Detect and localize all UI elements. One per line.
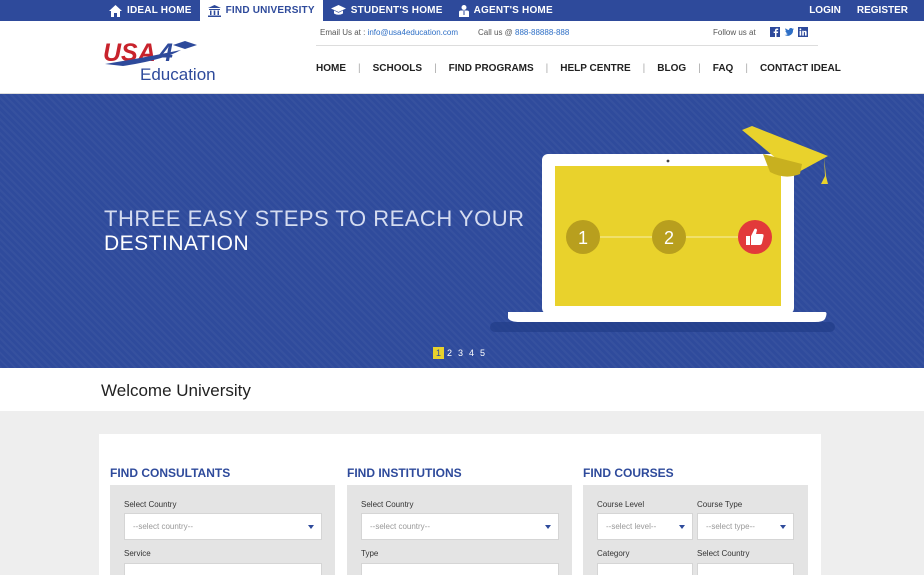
- phone-info: Call us @ 888-88888-888: [478, 28, 569, 37]
- consultants-country-label: Select Country: [124, 500, 177, 509]
- select-value: --select country--: [133, 522, 194, 531]
- logo-cap-icon: [173, 41, 197, 49]
- welcome-section: Welcome University: [0, 368, 924, 411]
- social-links: Follow us at: [713, 27, 808, 37]
- chevron-down-icon: [780, 525, 786, 529]
- tab-students-home[interactable]: STUDENT'S HOME: [323, 0, 451, 21]
- nav-blog[interactable]: BLOG: [657, 63, 686, 74]
- laptop-illustration: 1 2: [490, 126, 835, 332]
- hero-title-line2: DESTINATION: [104, 232, 250, 255]
- top-bar: IDEAL HOME FIND UNIVERSITY STUDENT'S HOM…: [0, 0, 924, 21]
- category-select[interactable]: [597, 563, 693, 575]
- cap-tassel: [821, 157, 828, 184]
- hero-slider: THREE EASY STEPS TO REACH YOUR DESTINATI…: [0, 94, 924, 368]
- linkedin-icon[interactable]: [797, 27, 808, 37]
- service-select[interactable]: [124, 563, 322, 575]
- phone-number: 888-88888-888: [515, 28, 570, 37]
- tab-label: STUDENT'S HOME: [350, 5, 443, 16]
- nav-find-programs[interactable]: FIND PROGRAMS: [449, 63, 534, 74]
- find-courses-title: FIND COURSES: [583, 466, 674, 480]
- logo-word-education: Education: [140, 65, 216, 82]
- step-2-number: 2: [664, 228, 674, 248]
- follow-label: Follow us at: [713, 27, 756, 37]
- page-title: Welcome University: [101, 381, 251, 400]
- course-level-select[interactable]: --select level--: [597, 513, 693, 540]
- nav-home[interactable]: HOME: [316, 63, 346, 74]
- institution-type-select[interactable]: [361, 563, 559, 575]
- pager-dot-2[interactable]: 2: [444, 347, 455, 359]
- pager-dot-3[interactable]: 3: [455, 347, 466, 359]
- laptop-camera: [666, 159, 670, 163]
- pager-dot-5[interactable]: 5: [477, 347, 488, 359]
- tab-label: AGENT'S HOME: [473, 5, 553, 16]
- institutions-country-select[interactable]: --select country--: [361, 513, 559, 540]
- select-value: --select type--: [706, 522, 755, 531]
- university-icon: [207, 4, 221, 17]
- email-link[interactable]: info@usa4education.com: [368, 28, 458, 37]
- main-nav: HOME | SCHOOLS | FIND PROGRAMS | HELP CE…: [316, 63, 841, 74]
- tab-find-university[interactable]: FIND UNIVERSITY: [199, 0, 323, 21]
- nav-contact-ideal[interactable]: CONTACT IDEAL: [760, 63, 841, 74]
- chevron-down-icon: [308, 525, 314, 529]
- service-label: Service: [124, 549, 151, 558]
- nav-separator: |: [545, 63, 549, 74]
- find-institutions-title: FIND INSTITUTIONS: [347, 466, 462, 480]
- courses-country-label: Select Country: [697, 549, 750, 558]
- register-link[interactable]: REGISTER: [849, 0, 924, 21]
- nav-help-centre[interactable]: HELP CENTRE: [560, 63, 630, 74]
- consultants-country-select[interactable]: --select country--: [124, 513, 322, 540]
- chevron-down-icon: [679, 525, 685, 529]
- laptop-shadow: [490, 322, 835, 332]
- site-logo[interactable]: USA 4 Education: [103, 36, 228, 82]
- nav-schools[interactable]: SCHOOLS: [373, 63, 422, 74]
- institution-type-label: Type: [361, 549, 379, 558]
- laptop-base: [508, 312, 827, 322]
- site-header: USA 4 Education Email Us at : info@usa4e…: [0, 21, 924, 94]
- nav-separator: |: [434, 63, 437, 74]
- contact-info: Email Us at : info@usa4education.com Cal…: [320, 28, 589, 37]
- courses-country-select[interactable]: [697, 563, 794, 575]
- courses-panel: Course Level --select level-- Course Typ…: [583, 485, 808, 575]
- account-links: LOGIN REGISTER: [801, 0, 924, 21]
- tab-label: FIND UNIVERSITY: [225, 5, 315, 16]
- tab-ideal-home[interactable]: IDEAL HOME: [101, 0, 200, 21]
- hero-title-line1: THREE EASY STEPS TO REACH YOUR: [104, 206, 525, 231]
- select-value: --select level--: [606, 522, 657, 531]
- nav-faq[interactable]: FAQ: [713, 63, 734, 74]
- pager-dot-1[interactable]: 1: [433, 347, 444, 359]
- consultants-panel: Select Country --select country-- Servic…: [110, 485, 335, 575]
- home-icon: [109, 4, 122, 17]
- institutions-country-label: Select Country: [361, 500, 414, 509]
- email-label: Email Us at :: [320, 28, 368, 37]
- nav-separator: |: [358, 63, 361, 74]
- tab-label: IDEAL HOME: [127, 5, 192, 16]
- select-value: --select country--: [370, 522, 431, 531]
- top-nav: IDEAL HOME FIND UNIVERSITY STUDENT'S HOM…: [101, 0, 561, 21]
- pager-dot-4[interactable]: 4: [466, 347, 477, 359]
- nav-separator: |: [698, 63, 701, 74]
- course-type-label: Course Type: [697, 500, 743, 509]
- step-1-number: 1: [578, 228, 588, 248]
- search-card: FIND CONSULTANTS Select Country --select…: [99, 434, 821, 575]
- course-level-label: Course Level: [597, 500, 645, 509]
- tab-agents-home[interactable]: AGENT'S HOME: [451, 0, 561, 21]
- find-consultants-title: FIND CONSULTANTS: [110, 466, 231, 480]
- category-label: Category: [597, 549, 630, 558]
- facebook-icon[interactable]: [769, 27, 780, 37]
- agent-icon: [458, 4, 469, 17]
- nav-separator: |: [745, 63, 748, 74]
- chevron-down-icon: [545, 525, 551, 529]
- header-divider: [316, 45, 818, 46]
- graduation-cap-icon: [330, 5, 346, 15]
- twitter-icon[interactable]: [784, 27, 794, 37]
- email-info: Email Us at : info@usa4education.com: [320, 28, 458, 37]
- slider-pager: 1 2 3 4 5: [433, 347, 488, 359]
- institutions-panel: Select Country --select country-- Type: [347, 485, 572, 575]
- login-link[interactable]: LOGIN: [801, 0, 849, 21]
- nav-separator: |: [642, 63, 646, 74]
- phone-label: Call us @: [477, 28, 516, 37]
- course-type-select[interactable]: --select type--: [697, 513, 794, 540]
